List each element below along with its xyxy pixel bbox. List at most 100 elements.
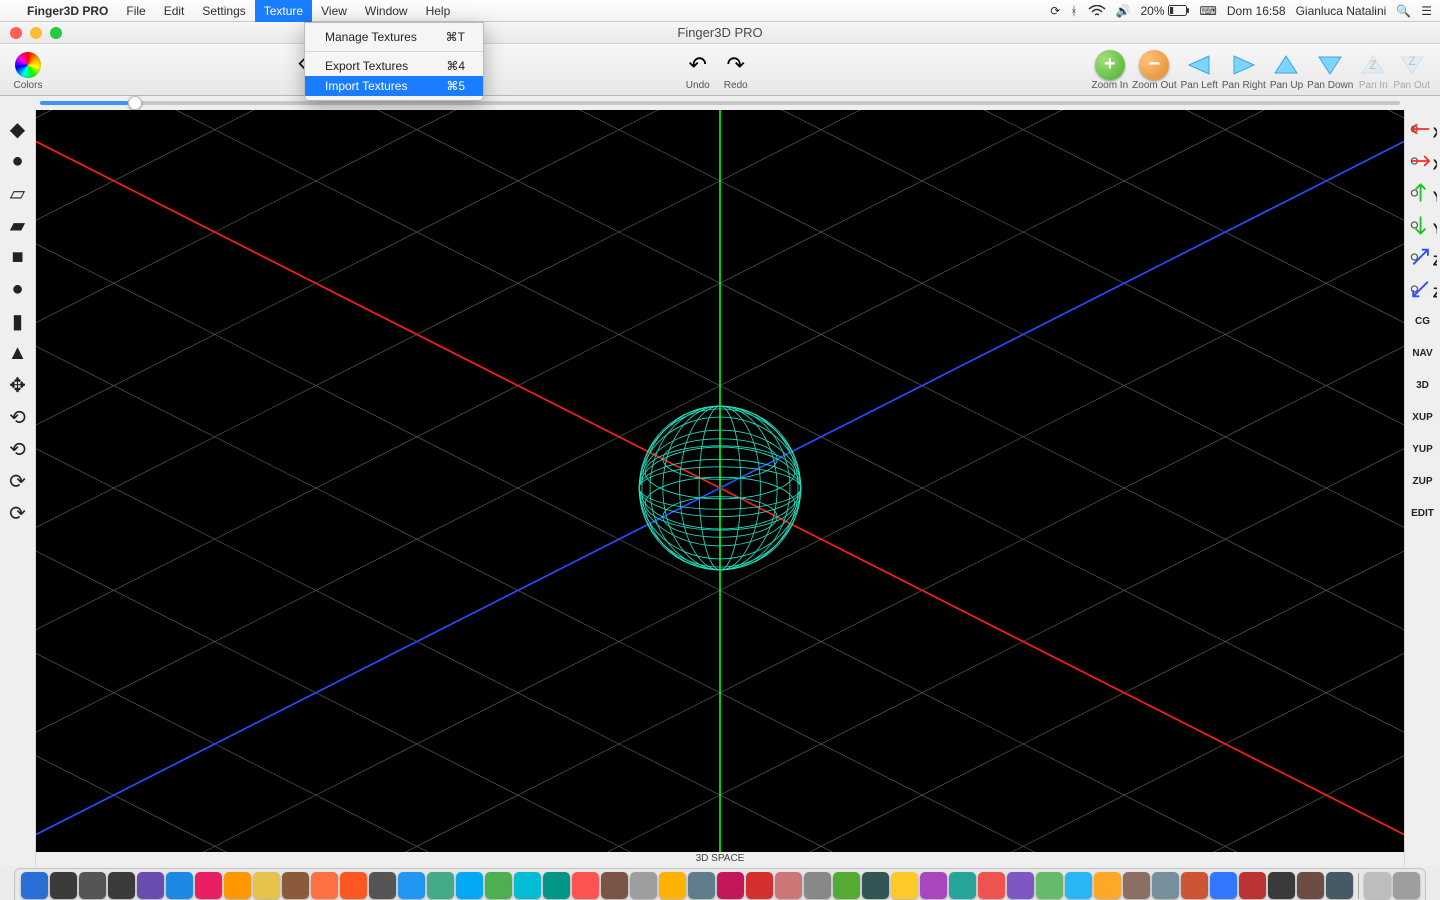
dock-app-10[interactable] xyxy=(311,872,338,899)
pan-out-button[interactable]: Z Pan Out xyxy=(1393,44,1430,96)
menu-item-manage-textures[interactable]: Manage Textures⌘T xyxy=(305,27,483,47)
view-cg[interactable]: CG xyxy=(1407,306,1439,336)
dock-app-37[interactable] xyxy=(1094,872,1121,899)
view-yup[interactable]: YUP xyxy=(1407,434,1439,464)
view-edit[interactable]: EDIT xyxy=(1407,498,1439,528)
undo-button[interactable]: ↶ Undo xyxy=(682,44,714,96)
menu-window[interactable]: Window xyxy=(356,0,417,22)
view-pos-y[interactable]: Y xyxy=(1407,178,1439,208)
dock-app-25[interactable] xyxy=(746,872,773,899)
pan-down-button[interactable]: Pan Down xyxy=(1307,44,1353,96)
menu-view[interactable]: View xyxy=(312,0,356,22)
dock-app-45[interactable] xyxy=(1326,872,1353,899)
menu-item-export-textures[interactable]: Export Textures⌘4 xyxy=(305,56,483,76)
dock-app-30[interactable] xyxy=(891,872,918,899)
dock-app-6[interactable] xyxy=(195,872,222,899)
view-three-d[interactable]: 3D xyxy=(1407,370,1439,400)
dock-app-40[interactable] xyxy=(1181,872,1208,899)
view-neg-z[interactable]: Z xyxy=(1407,274,1439,304)
zoom-slider[interactable] xyxy=(0,96,1440,110)
refresh-icon[interactable]: ⟳ xyxy=(1050,4,1060,18)
dock-app-17[interactable] xyxy=(514,872,541,899)
dock-app-15[interactable] xyxy=(456,872,483,899)
dock-app-20[interactable] xyxy=(601,872,628,899)
cone-tool[interactable]: ▲ xyxy=(3,338,33,368)
pan-in-button[interactable]: Z Pan In xyxy=(1357,44,1389,96)
dock-app-28[interactable] xyxy=(833,872,860,899)
dock-app-12[interactable] xyxy=(369,872,396,899)
dock-app-36[interactable] xyxy=(1065,872,1092,899)
dock-app-38[interactable] xyxy=(1123,872,1150,899)
view-neg-x[interactable]: X xyxy=(1407,114,1439,144)
wifi-icon[interactable] xyxy=(1088,5,1106,17)
battery-status[interactable]: 20% xyxy=(1141,4,1190,18)
dock-app-18[interactable] xyxy=(543,872,570,899)
user-name[interactable]: Gianluca Natalini xyxy=(1296,4,1387,18)
pan-up-button[interactable]: Pan Up xyxy=(1270,44,1303,96)
view-neg-y[interactable]: Y xyxy=(1407,210,1439,240)
dock-app-35[interactable] xyxy=(1036,872,1063,899)
dock-app-32[interactable] xyxy=(949,872,976,899)
keyboard-icon[interactable]: ⌨︎ xyxy=(1200,4,1217,18)
dock-app-26[interactable] xyxy=(775,872,802,899)
rotate-xz2-tool[interactable]: ⟲ xyxy=(3,434,33,464)
cube-tool[interactable]: ■ xyxy=(3,242,33,272)
dock-app-1[interactable] xyxy=(50,872,77,899)
view-pos-z[interactable]: Z xyxy=(1407,242,1439,272)
redo-button[interactable]: ↷ Redo xyxy=(720,44,752,96)
dock-app-33[interactable] xyxy=(978,872,1005,899)
disk-tool[interactable]: ● xyxy=(3,146,33,176)
sheet-tool[interactable]: ▱ xyxy=(3,178,33,208)
dock-app-41[interactable] xyxy=(1210,872,1237,899)
dock-app-47[interactable] xyxy=(1393,872,1420,899)
dock-app-21[interactable] xyxy=(630,872,657,899)
rotate-y-tool[interactable]: ⟳ xyxy=(3,466,33,496)
dock-app-11[interactable] xyxy=(340,872,367,899)
zoom-in-button[interactable]: + Zoom In xyxy=(1091,44,1128,96)
rotate-xz-tool[interactable]: ⟲ xyxy=(3,402,33,432)
cylinder-tool[interactable]: ▮ xyxy=(3,306,33,336)
menu-settings[interactable]: Settings xyxy=(193,0,254,22)
dock-app-5[interactable] xyxy=(166,872,193,899)
dock-app-22[interactable] xyxy=(659,872,686,899)
volume-icon[interactable]: 🔊 xyxy=(1116,4,1131,18)
menu-edit[interactable]: Edit xyxy=(155,0,194,22)
sphere-tool[interactable]: ● xyxy=(3,274,33,304)
plane-tool[interactable]: ◆ xyxy=(3,114,33,144)
menu-item-import-textures[interactable]: Import Textures⌘5 xyxy=(305,76,483,96)
dock-app-24[interactable] xyxy=(717,872,744,899)
view-nav[interactable]: NAV xyxy=(1407,338,1439,368)
menu-file[interactable]: File xyxy=(117,0,154,22)
rotate-y2-tool[interactable]: ⟳ xyxy=(3,498,33,528)
dock-app-4[interactable] xyxy=(137,872,164,899)
viewport-3d[interactable]: 3D SPACE xyxy=(36,110,1404,866)
spotlight-icon[interactable]: 🔍 xyxy=(1396,4,1411,18)
dock-app-14[interactable] xyxy=(427,872,454,899)
dock-app-43[interactable] xyxy=(1268,872,1295,899)
dock-app-3[interactable] xyxy=(108,872,135,899)
dock-app-7[interactable] xyxy=(224,872,251,899)
dock-app-44[interactable] xyxy=(1297,872,1324,899)
dock-app-46[interactable] xyxy=(1364,872,1391,899)
pan-left-button[interactable]: Pan Left xyxy=(1181,44,1218,96)
clock[interactable]: Dom 16:58 xyxy=(1227,4,1286,18)
dock-app-9[interactable] xyxy=(282,872,309,899)
viewport-canvas[interactable] xyxy=(36,110,1404,866)
zoom-out-button[interactable]: − Zoom Out xyxy=(1132,44,1176,96)
colors-button[interactable]: Colors xyxy=(0,44,56,96)
dock-app-34[interactable] xyxy=(1007,872,1034,899)
dock-app-8[interactable] xyxy=(253,872,280,899)
dock-app-16[interactable] xyxy=(485,872,512,899)
move-tool[interactable]: ✥ xyxy=(3,370,33,400)
dock-app-39[interactable] xyxy=(1152,872,1179,899)
menu-help[interactable]: Help xyxy=(417,0,460,22)
dock-app-19[interactable] xyxy=(572,872,599,899)
dock-app-42[interactable] xyxy=(1239,872,1266,899)
dock-app-0[interactable] xyxy=(21,872,48,899)
dock-app-2[interactable] xyxy=(79,872,106,899)
menu-texture[interactable]: Texture xyxy=(255,0,312,22)
notification-center-icon[interactable]: ☰ xyxy=(1421,4,1432,18)
app-menu[interactable]: Finger3D PRO xyxy=(18,0,117,22)
dock-app-31[interactable] xyxy=(920,872,947,899)
slider-thumb[interactable] xyxy=(128,96,142,110)
